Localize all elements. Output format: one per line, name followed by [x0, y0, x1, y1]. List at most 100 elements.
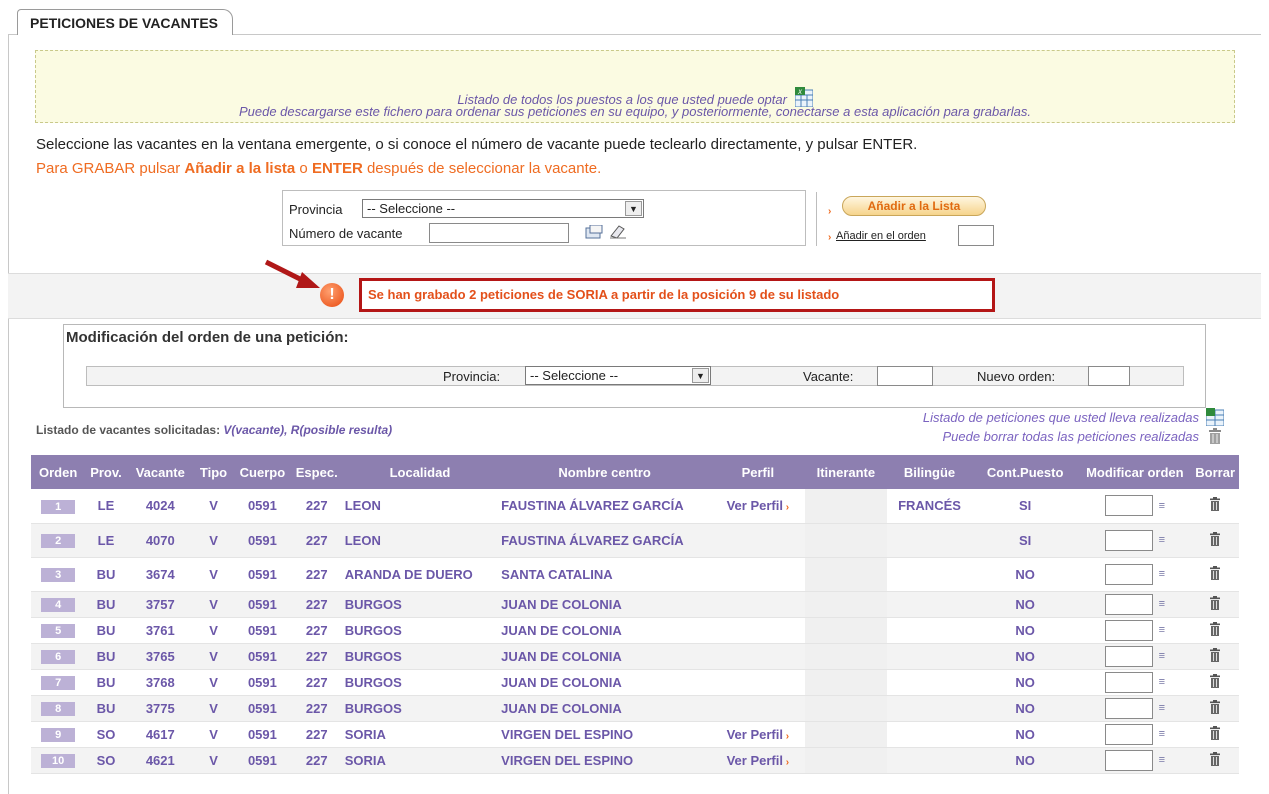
- list-icon[interactable]: ≡: [1159, 568, 1165, 580]
- order-number-badge: 1: [41, 499, 76, 514]
- cell-tipo: V: [193, 721, 234, 748]
- table-row: 2 LE 4070 V 0591 227 LEON FAUSTINA ÁLVAREZ GARC…: [31, 523, 1239, 558]
- list-icon[interactable]: ≡: [1159, 728, 1165, 740]
- modify-order-input[interactable]: [1104, 723, 1153, 745]
- chevron-down-icon[interactable]: ▼: [692, 368, 709, 383]
- cell-vacante: 3761: [126, 617, 194, 644]
- modify-provincia-select[interactable]: -- Seleccione -- ▼: [525, 366, 711, 385]
- chevron-down-icon[interactable]: ▼: [625, 201, 642, 216]
- list-icon[interactable]: ≡: [1159, 702, 1165, 714]
- trash-icon[interactable]: [1208, 428, 1222, 444]
- list-actions: Listado de peticiones que usted lleva re…: [923, 408, 1199, 446]
- trash-icon[interactable]: [1209, 647, 1221, 662]
- add-order-input[interactable]: [958, 225, 994, 246]
- list-icon[interactable]: ≡: [1159, 754, 1165, 766]
- tab-peticiones-de-vacantes[interactable]: PETICIONES DE VACANTES: [17, 9, 233, 35]
- header-borrar: Borrar: [1191, 455, 1239, 489]
- provincia-label: Provincia: [289, 202, 343, 217]
- modify-order-input[interactable]: [1104, 495, 1153, 517]
- cell-borrar: [1191, 669, 1239, 696]
- modify-order-input[interactable]: [1104, 697, 1153, 719]
- list-icon[interactable]: ≡: [1159, 500, 1165, 512]
- excel-icon[interactable]: [1206, 408, 1224, 426]
- search-window-icon[interactable]: [585, 225, 603, 239]
- cell-cuerpo: 0591: [233, 591, 292, 618]
- cell-modificar-orden: ≡: [1078, 747, 1192, 774]
- cell-nombre-centro: FAUSTINA ÁLVAREZ GARCÍA: [498, 489, 712, 524]
- list-icon[interactable]: ≡: [1159, 624, 1165, 636]
- cell-espec: 227: [291, 747, 342, 774]
- cell-localidad: ARANDA DE DUERO: [341, 557, 499, 592]
- modify-order-input[interactable]: [1104, 529, 1153, 551]
- cell-borrar: [1191, 591, 1239, 618]
- modify-order-input[interactable]: [1104, 645, 1153, 667]
- eraser-icon[interactable]: [609, 223, 627, 239]
- cell-vacante: 3775: [126, 695, 194, 722]
- download-requests-link[interactable]: Listado de peticiones que usted lleva re…: [923, 408, 1199, 427]
- header-prov: Prov.: [85, 455, 127, 489]
- cell-vacante: 3765: [126, 643, 194, 670]
- trash-icon[interactable]: [1209, 565, 1221, 580]
- modify-order-input[interactable]: [1104, 671, 1153, 693]
- cell-cont-puesto: NO: [971, 747, 1079, 774]
- list-icon[interactable]: ≡: [1159, 650, 1165, 662]
- cell-perfil: [711, 591, 805, 618]
- trash-icon[interactable]: [1209, 725, 1221, 740]
- cell-espec: 227: [291, 643, 342, 670]
- trash-icon[interactable]: [1209, 699, 1221, 714]
- cell-cuerpo: 0591: [233, 747, 292, 774]
- table-row: 5 BU 3761 V 0591 227 BURGOS JUAN DE COLONIA NO ≡: [31, 617, 1239, 644]
- cell-espec: 227: [291, 669, 342, 696]
- header-nombre-centro: Nombre centro: [498, 455, 712, 489]
- trash-icon[interactable]: [1209, 621, 1221, 636]
- trash-icon[interactable]: [1209, 497, 1221, 512]
- list-icon[interactable]: ≡: [1159, 676, 1165, 688]
- cell-bilingue: FRANCÉS: [887, 489, 972, 524]
- ver-perfil-link[interactable]: Ver Perfil ›: [727, 753, 789, 768]
- ver-perfil-link[interactable]: Ver Perfil ›: [727, 727, 789, 742]
- cell-prov: BU: [85, 591, 127, 618]
- cell-perfil: [711, 557, 805, 592]
- cell-tipo: V: [193, 747, 234, 774]
- list-title: Listado de vacantes solicitadas: V(vacan…: [36, 423, 393, 437]
- cell-bilingue: [887, 721, 972, 748]
- list-icon[interactable]: ≡: [1159, 598, 1165, 610]
- add-to-list-button[interactable]: Añadir a la Lista: [842, 196, 986, 216]
- cell-perfil: [711, 669, 805, 696]
- cell-modificar-orden: ≡: [1078, 643, 1192, 670]
- modify-order-input[interactable]: [1104, 749, 1153, 771]
- cell-localidad: BURGOS: [341, 591, 499, 618]
- cell-itinerante: [804, 695, 888, 722]
- cell-nombre-centro: JUAN DE COLONIA: [498, 591, 712, 618]
- numero-vacante-input[interactable]: [429, 223, 569, 243]
- header-itinerante: Itinerante: [804, 455, 888, 489]
- trash-icon[interactable]: [1209, 531, 1221, 546]
- cell-orden: 7: [31, 669, 86, 696]
- trash-icon[interactable]: [1209, 673, 1221, 688]
- modify-order-input[interactable]: [1104, 593, 1153, 615]
- list-icon[interactable]: ≡: [1159, 534, 1165, 546]
- table-row: 4 BU 3757 V 0591 227 BURGOS JUAN DE COLONIA NO ≡: [31, 591, 1239, 618]
- add-in-order-link[interactable]: Añadir en el orden: [836, 230, 926, 242]
- cell-cont-puesto: NO: [971, 695, 1079, 722]
- provincia-select[interactable]: -- Seleccione -- ▼: [362, 199, 644, 218]
- order-number-badge: 5: [41, 624, 76, 638]
- table-row: 9 SO 4617 V 0591 227 SORIA VIRGEN DEL ESPINO Ver…: [31, 721, 1239, 748]
- cell-orden: 4: [31, 591, 86, 618]
- modify-vacante-input[interactable]: [877, 366, 933, 386]
- cell-tipo: V: [193, 695, 234, 722]
- cell-itinerante: [804, 669, 888, 696]
- table-header-row: Orden Prov. Vacante Tipo Cuerpo Espec. L…: [31, 455, 1239, 489]
- nuevo-orden-input[interactable]: [1088, 366, 1130, 386]
- cell-bilingue: [887, 523, 972, 558]
- trash-icon[interactable]: [1209, 751, 1221, 766]
- modify-order-input[interactable]: [1104, 619, 1153, 641]
- instructions-line-2: Para GRABAR pulsar Añadir a la lista o E…: [36, 160, 602, 177]
- delete-all-requests-link[interactable]: Puede borrar todas las peticiones realiz…: [923, 427, 1199, 446]
- ver-perfil-link[interactable]: Ver Perfil ›: [727, 498, 789, 513]
- cell-prov: BU: [85, 669, 127, 696]
- cell-itinerante: [804, 747, 888, 774]
- alert-message: Se han grabado 2 peticiones de SORIA a p…: [359, 278, 995, 312]
- modify-order-input[interactable]: [1104, 563, 1153, 585]
- trash-icon[interactable]: [1209, 595, 1221, 610]
